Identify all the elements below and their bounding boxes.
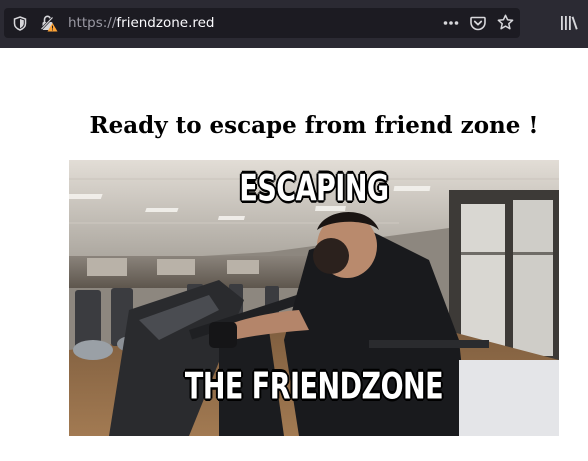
browser-toolbar: https://friendzone.red [0, 0, 588, 48]
insecure-lock-icon[interactable] [40, 15, 58, 32]
url-host: friendzone.red [116, 15, 215, 31]
page-title: Ready to escape from friend zone ! [89, 112, 539, 139]
shield-icon[interactable] [13, 16, 27, 31]
url-text[interactable]: https://friendzone.red [68, 8, 215, 38]
pocket-icon[interactable] [470, 15, 486, 31]
ellipsis-icon[interactable] [443, 20, 459, 26]
url-scheme: https:// [68, 15, 117, 31]
star-icon[interactable] [497, 14, 514, 31]
library-icon[interactable] [560, 15, 578, 31]
meme-bottom-caption: THE FRIENDZONE [184, 366, 444, 408]
meme-gif: ESCAPING THE FRIENDZONE [69, 160, 559, 436]
meme-top-caption: ESCAPING [239, 168, 389, 210]
url-bar[interactable]: https://friendzone.red [4, 8, 520, 38]
